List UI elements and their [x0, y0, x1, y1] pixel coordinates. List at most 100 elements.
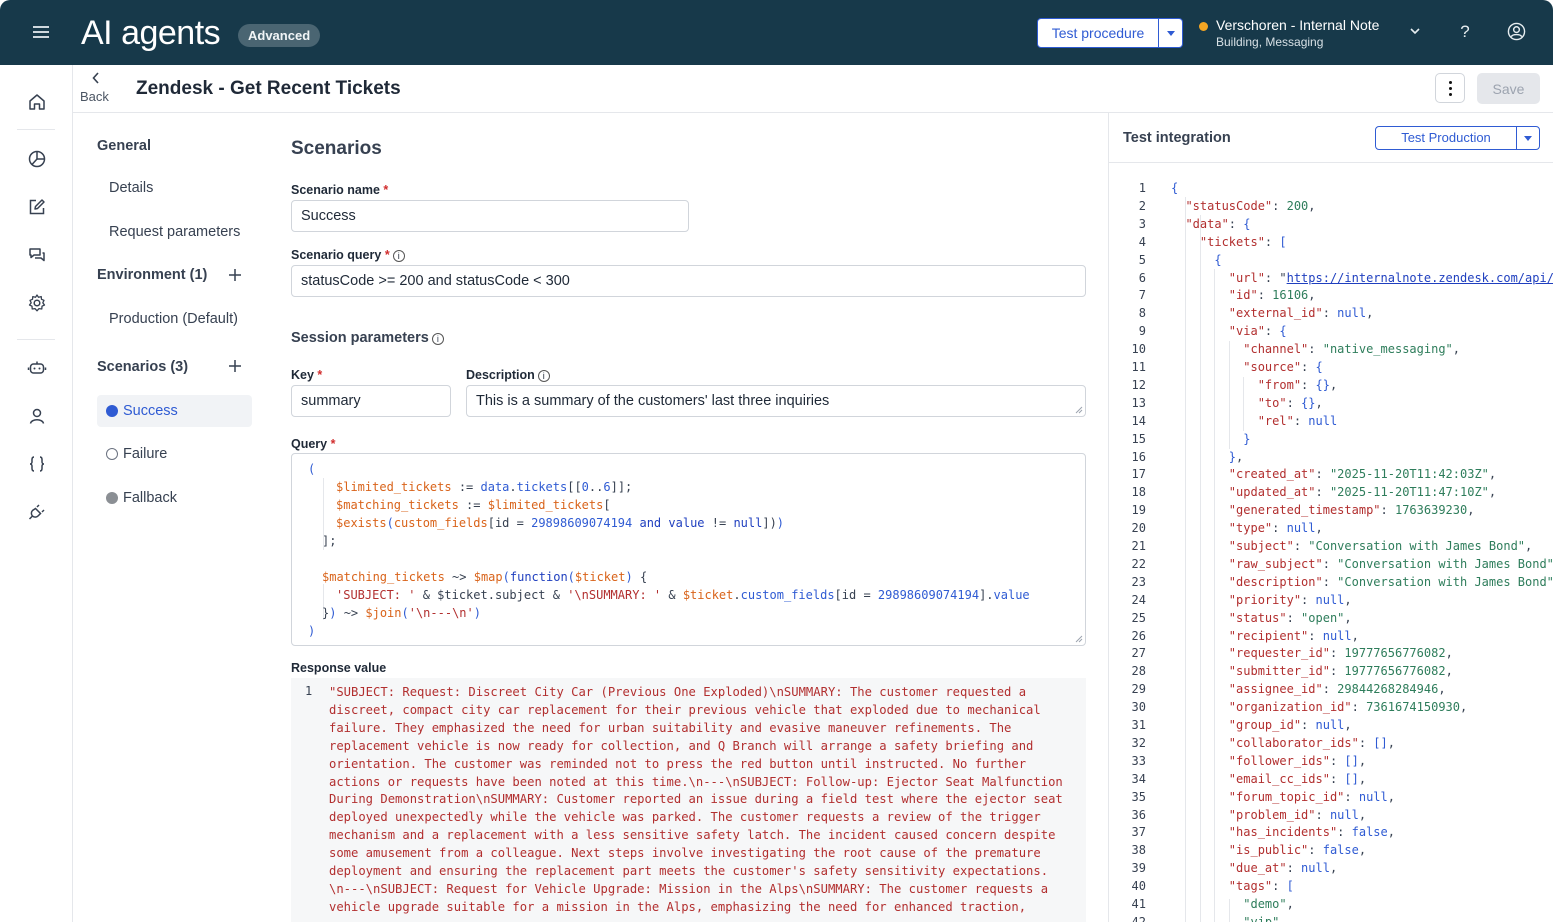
line-number: 3 — [1138, 216, 1146, 231]
json-token: : — [1264, 324, 1280, 339]
chevron-down-icon[interactable] — [1409, 25, 1421, 37]
info-icon[interactable]: i — [431, 333, 444, 345]
user-account-icon[interactable] — [1507, 22, 1526, 41]
conversations-icon[interactable] — [27, 245, 47, 265]
json-token: "tags" — [1171, 879, 1273, 894]
json-code: "via": { — [1171, 322, 1287, 340]
json-token: : — [1301, 718, 1316, 732]
code-token: . — [733, 588, 741, 602]
json-line: 4 "tickets": [ — [1109, 233, 1553, 251]
save-button[interactable]: Save — [1477, 73, 1540, 104]
code-line: $matching_tickets ~> $map(function($tick… — [322, 568, 647, 586]
back-button[interactable]: Back — [80, 89, 109, 104]
json-token: , — [1315, 395, 1323, 410]
json-line: 19 "generated_timestamp": 1763639230, — [1109, 501, 1553, 519]
json-token: , — [1488, 485, 1497, 500]
bot-icon[interactable] — [27, 358, 47, 378]
json-token: : — [1293, 413, 1309, 428]
scenario-item-failure[interactable]: Failure — [97, 438, 252, 470]
scenario-name-input[interactable]: Success — [291, 200, 689, 232]
query-editor[interactable]: ($limited_tickets := data.tickets[[0..6]… — [291, 453, 1086, 646]
scenario-label: Failure — [123, 446, 168, 462]
code-token: $join — [365, 606, 402, 620]
code-braces-icon[interactable] — [27, 454, 47, 474]
menu-icon[interactable] — [33, 26, 49, 38]
description-label: Description — [466, 368, 535, 382]
resize-handle-icon[interactable] — [1075, 635, 1083, 643]
line-number: 29 — [1131, 682, 1146, 697]
nav-details[interactable]: Details — [109, 180, 153, 196]
code-token: ]]; — [610, 480, 633, 494]
code-token: $exists — [336, 516, 387, 530]
help-icon[interactable]: ? — [1457, 22, 1473, 42]
line-number: 11 — [1131, 360, 1146, 374]
scenario-query-input[interactable]: statusCode >= 200 and statusCode < 300 — [291, 265, 1086, 297]
test-production-button[interactable]: Test Production — [1375, 126, 1540, 150]
json-token: "to" — [1171, 395, 1287, 410]
chevron-left-icon[interactable] — [91, 72, 101, 84]
test-procedure-dropdown[interactable] — [1158, 19, 1182, 47]
nav-request-parameters[interactable]: Request parameters — [109, 224, 240, 240]
line-number: 19 — [1131, 503, 1146, 518]
json-token: : — [1329, 771, 1345, 786]
json-token: "recipient" — [1171, 628, 1309, 643]
nav-scenarios[interactable]: Scenarios (3) — [97, 359, 188, 375]
test-production-dropdown[interactable] — [1516, 127, 1539, 149]
code-token: ~> — [336, 606, 366, 620]
json-token: "2025-11-20T11:47:10Z" — [1329, 485, 1489, 500]
json-line: 17 "created_at": "2025-11-20T11:42:03Z", — [1109, 465, 1553, 483]
json-token: : — [1286, 861, 1302, 876]
info-icon[interactable]: i — [392, 250, 405, 262]
nav-production-default[interactable]: Production (Default) — [109, 311, 238, 327]
code-token: data — [480, 480, 510, 494]
resize-handle-icon[interactable] — [1075, 406, 1083, 414]
scenario-item-success[interactable]: Success — [97, 395, 252, 427]
settings-icon[interactable] — [27, 293, 47, 313]
json-code: { — [1171, 179, 1178, 197]
home-icon[interactable] — [27, 92, 47, 112]
json-token: 29844268284946 — [1337, 682, 1439, 697]
json-token: "statusCode" — [1171, 198, 1273, 213]
json-token: "data" — [1171, 216, 1229, 231]
nav-general[interactable]: General — [97, 138, 151, 154]
json-code: "vip" — [1171, 913, 1279, 922]
json-token: false — [1351, 825, 1388, 840]
json-token: , — [1445, 646, 1453, 661]
add-environment-icon[interactable] — [228, 268, 242, 282]
json-line: 37 "has_incidents": false, — [1109, 823, 1553, 841]
more-options-icon[interactable] — [1435, 73, 1465, 103]
scenario-item-fallback[interactable]: Fallback — [97, 482, 252, 514]
code-token: & — [661, 588, 683, 602]
json-code: } — [1171, 430, 1250, 448]
required-mark: * — [383, 183, 389, 197]
code-token: [ — [603, 498, 611, 512]
required-mark: * — [384, 248, 390, 262]
edit-icon[interactable] — [27, 197, 47, 217]
json-token: "generated_timestamp" — [1171, 503, 1381, 518]
json-token: "group_id" — [1171, 718, 1302, 732]
person-icon[interactable] — [27, 406, 47, 426]
json-token: , — [1366, 306, 1374, 321]
test-production-label[interactable]: Test Production — [1376, 127, 1516, 149]
add-scenario-icon[interactable] — [228, 359, 242, 373]
analytics-icon[interactable] — [27, 149, 47, 169]
org-name[interactable]: Verschoren - Internal Note — [1216, 17, 1379, 33]
required-mark: * — [330, 437, 336, 451]
code-token: '\n---\n' — [408, 606, 474, 620]
json-token: : — [1293, 539, 1309, 553]
key-input[interactable]: summary — [291, 385, 451, 417]
json-line: 22 "raw_subject": "Conversation with Jam… — [1109, 555, 1553, 573]
url-link[interactable]: https://internalnote.zendesk.com/api/ — [1287, 271, 1553, 285]
test-procedure-label[interactable]: Test procedure — [1038, 19, 1158, 47]
json-token: "submitter_id" — [1171, 664, 1330, 679]
test-procedure-button[interactable]: Test procedure — [1037, 18, 1183, 48]
json-token: : — [1301, 360, 1316, 374]
info-icon[interactable]: i — [537, 370, 550, 382]
json-token: : — [1286, 395, 1302, 410]
json-token: "2025-11-20T11:42:03Z" — [1329, 467, 1489, 482]
description-textarea[interactable]: This is a summary of the customers' last… — [466, 385, 1086, 417]
json-line: 11 "source": { — [1109, 358, 1553, 376]
plug-icon[interactable] — [27, 502, 47, 522]
nav-environment[interactable]: Environment (1) — [97, 267, 207, 283]
response-value-viewer[interactable]: 1 "SUBJECT: Request: Discreet City Car (… — [291, 678, 1086, 922]
